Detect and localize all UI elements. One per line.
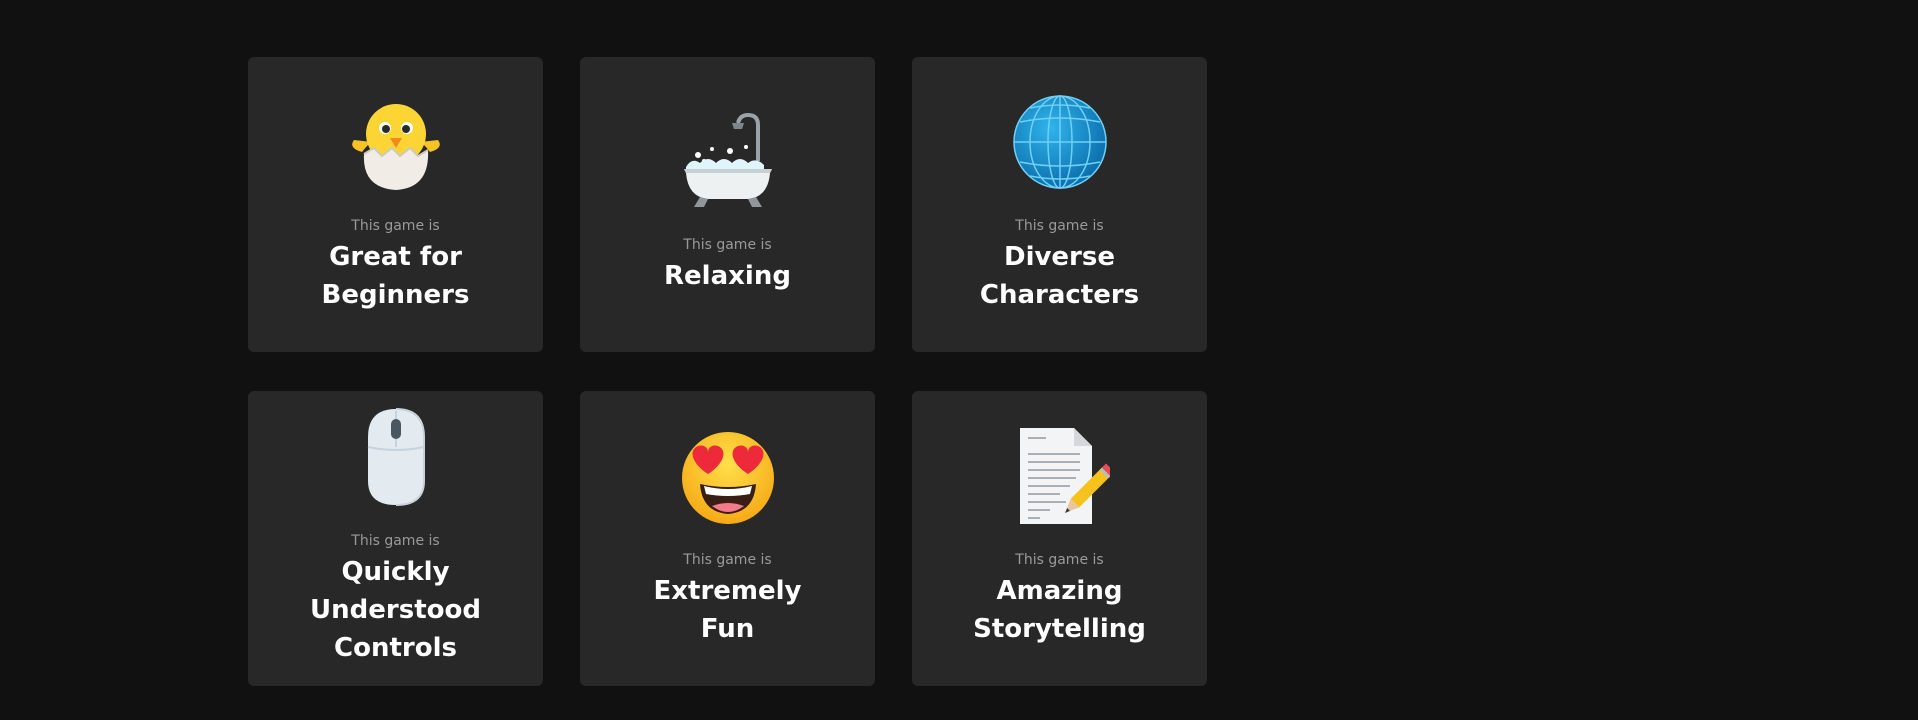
bathtub-icon — [678, 111, 778, 211]
feature-card-beginners: This game is Great for Beginners — [248, 57, 543, 352]
feature-grid: This game is Great for Beginners This ga… — [248, 57, 1207, 686]
feature-card-diverse: This game is Diverse Characters — [912, 57, 1207, 352]
feature-card-relaxing: This game is Relaxing — [580, 57, 875, 352]
feature-prefix: This game is — [683, 236, 772, 253]
feature-title: Diverse Characters — [979, 241, 1140, 310]
feature-title: Amazing Storytelling — [973, 575, 1146, 644]
feature-card-controls: This game is Quickly Understood Controls — [248, 391, 543, 686]
feature-title: Quickly Understood Controls — [310, 556, 481, 663]
globe-icon — [1010, 92, 1110, 192]
feature-title: Relaxing — [664, 260, 791, 291]
document-pencil-icon — [1010, 426, 1110, 526]
heart-eyes-face-icon — [678, 426, 778, 526]
feature-prefix: This game is — [1015, 551, 1104, 568]
feature-prefix: This game is — [683, 551, 772, 568]
feature-title: Great for Beginners — [321, 241, 470, 310]
hatching-chick-icon — [346, 92, 446, 192]
feature-title: Extremely Fun — [653, 575, 802, 644]
feature-prefix: This game is — [351, 532, 440, 549]
feature-prefix: This game is — [1015, 217, 1104, 234]
feature-card-storytelling: This game is Amazing Storytelling — [912, 391, 1207, 686]
computer-mouse-icon — [346, 407, 446, 507]
feature-prefix: This game is — [351, 217, 440, 234]
feature-card-fun: This game is Extremely Fun — [580, 391, 875, 686]
